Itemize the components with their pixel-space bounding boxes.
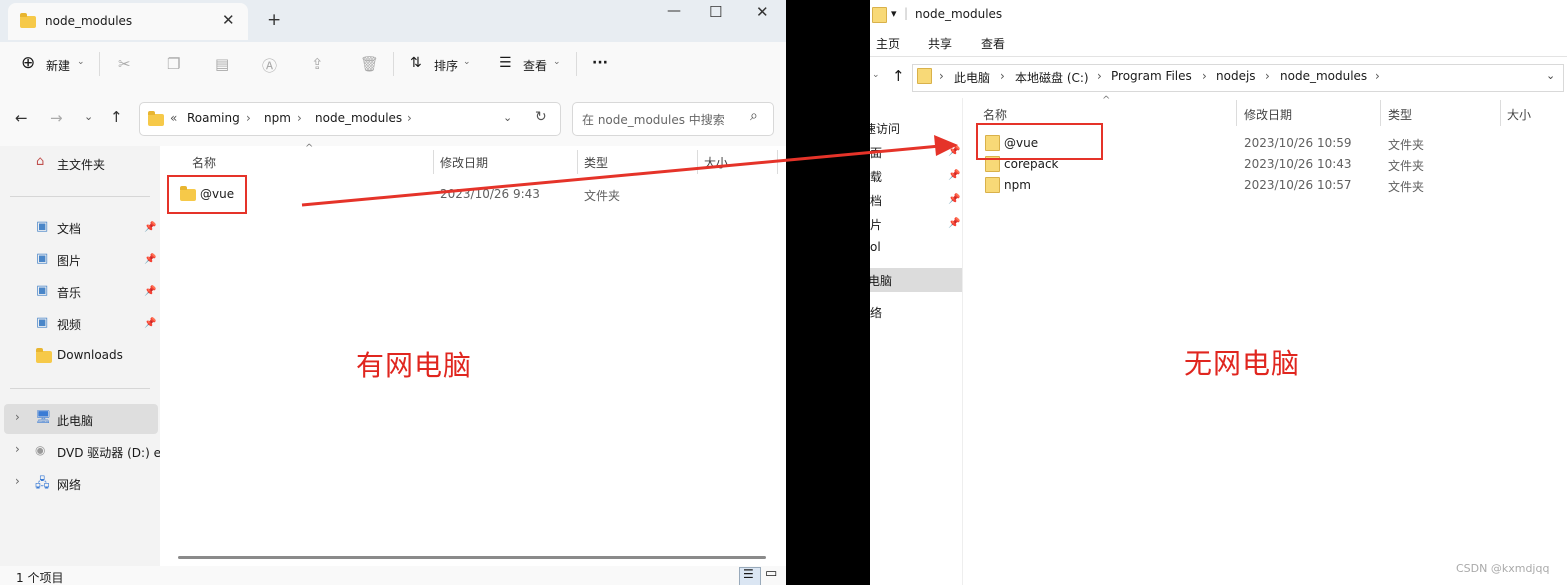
arrow-head: [934, 135, 958, 156]
annotation-arrow: [301, 135, 958, 207]
arrow-shaft: [301, 144, 941, 207]
